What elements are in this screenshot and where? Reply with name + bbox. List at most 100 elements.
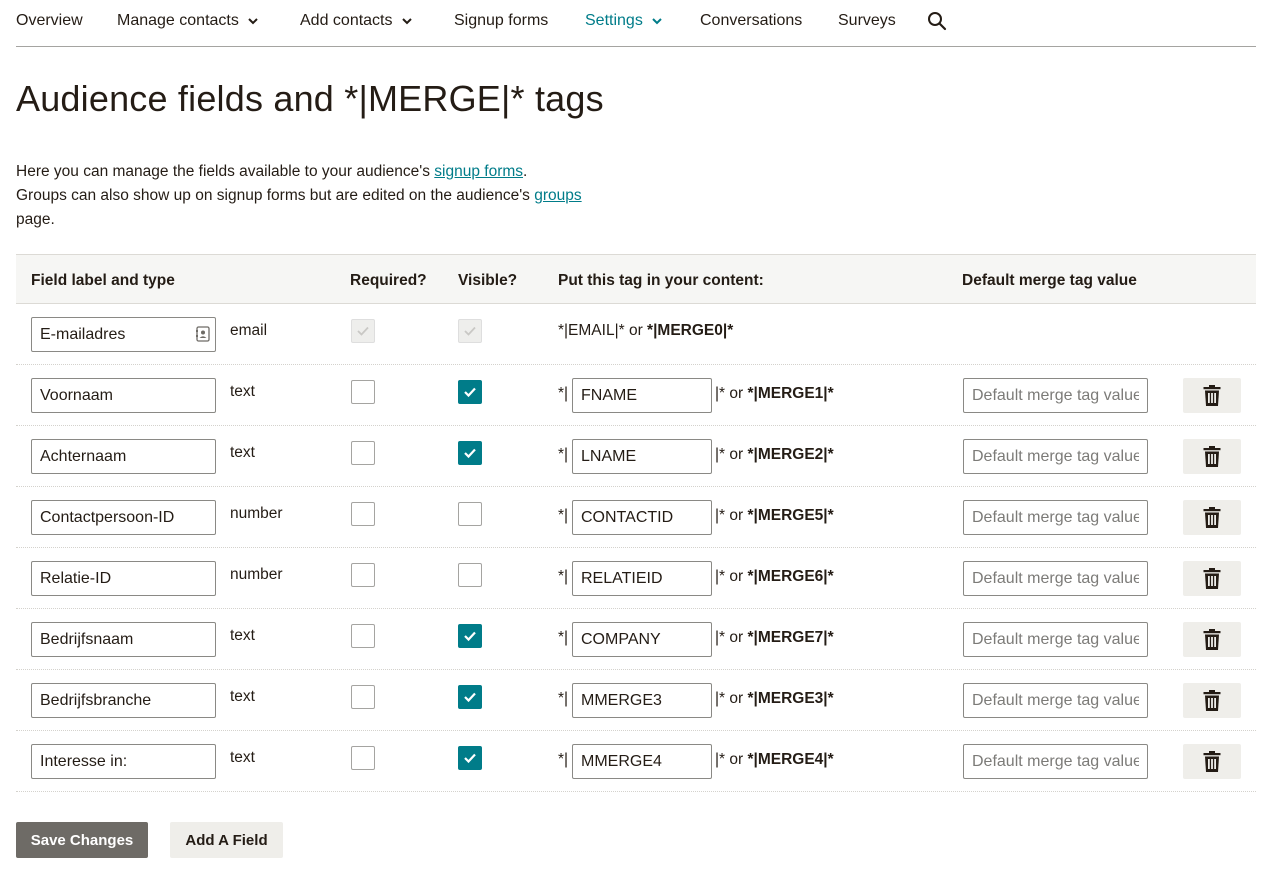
nav-settings[interactable]: Settings [585,12,663,30]
merge-tag-suffix: |* or *|MERGE7|* [715,629,834,647]
merge-tag-suffix: |* or *|MERGE1|* [715,385,834,403]
merge-tag-input[interactable] [572,622,712,657]
merge-code: *|MERGE6|* [747,568,834,585]
merge-tag-suffix: |* or *|MERGE4|* [715,751,834,769]
nav-label: Manage contacts [117,12,239,29]
merge-tag-suffix: |* or *|MERGE2|* [715,446,834,464]
delete-field-button[interactable] [1183,378,1241,413]
required-checkbox[interactable] [351,441,375,465]
chevron-down-icon [248,18,258,25]
page-title: Audience fields and *|MERGE|* tags [16,78,604,119]
visible-checkbox[interactable] [458,563,482,587]
delete-field-button[interactable] [1183,500,1241,535]
tag-suffix-text: |* or [715,507,748,524]
delete-field-button[interactable] [1183,683,1241,718]
header-field-label: Field label and type [31,272,175,289]
field-type: number [230,505,283,522]
merge-tag-input[interactable] [572,439,712,474]
required-checkbox[interactable] [351,624,375,648]
page: Overview Manage contacts Add contacts Si… [0,0,1271,876]
merge-tag-input[interactable] [572,744,712,779]
trash-icon [1203,751,1221,772]
signup-forms-link[interactable]: signup forms [434,163,523,180]
required-checkbox[interactable] [351,380,375,404]
save-changes-button[interactable]: Save Changes [16,822,148,858]
field-label-input[interactable] [31,378,216,413]
field-label-input[interactable] [31,744,216,779]
default-value-input[interactable] [963,744,1148,779]
required-checkbox[interactable] [351,746,375,770]
nav-label: Signup forms [454,12,549,29]
field-type: text [230,383,255,400]
required-checkbox[interactable] [351,563,375,587]
nav-overview[interactable]: Overview [16,12,83,30]
field-label-input[interactable] [31,561,216,596]
nav-label: Overview [16,12,83,29]
visible-checkbox[interactable] [458,624,482,648]
nav-label: Settings [585,12,643,29]
checkmark-icon [464,753,476,764]
search-icon[interactable] [927,11,947,31]
table-header: Field label and type Required? Visible? … [16,254,1256,304]
field-type: text [230,444,255,461]
header-tag: Put this tag in your content: [558,272,764,289]
table-row-email: email *|EMAIL|* or *|MERGE0|* [16,304,1256,365]
trash-icon [1203,629,1221,650]
field-label-input[interactable] [31,622,216,657]
nav-label: Add contacts [300,12,393,29]
visible-checkbox[interactable] [458,685,482,709]
visible-checkbox[interactable] [458,746,482,770]
trash-icon [1203,385,1221,406]
default-value-input[interactable] [963,622,1148,657]
field-label-input[interactable] [31,439,216,474]
table-row: text *| |* or *|MERGE2|* [16,426,1256,487]
intro-line3-text: page. [16,211,55,228]
merge-tag-suffix: |* or *|MERGE3|* [715,690,834,708]
add-field-button[interactable]: Add A Field [170,822,283,858]
required-checkbox[interactable] [351,685,375,709]
tag-prefix: *| [558,690,569,707]
visible-checkbox[interactable] [458,441,482,465]
field-type: text [230,688,255,705]
merge-tag-input[interactable] [572,500,712,535]
delete-field-button[interactable] [1183,439,1241,474]
merge-code: *|MERGE0|* [647,322,734,339]
groups-link[interactable]: groups [534,187,581,204]
merge-tag-input[interactable] [572,561,712,596]
default-value-input[interactable] [963,683,1148,718]
required-checkbox[interactable] [351,502,375,526]
merge-tag-input[interactable] [572,378,712,413]
visible-checkbox [458,319,482,343]
tag-prefix: *| [558,568,569,585]
tag-suffix-text: |* or [715,385,748,402]
table-row: number *| |* or *|MERGE5|* [16,487,1256,548]
nav-conversations[interactable]: Conversations [700,12,802,30]
default-value-input[interactable] [963,378,1148,413]
table-row: text *| |* or *|MERGE3|* [16,670,1256,731]
field-type: email [230,322,268,339]
visible-checkbox[interactable] [458,502,482,526]
merge-code: *|MERGE5|* [747,507,834,524]
merge-tag-suffix: |* or *|MERGE5|* [715,507,834,525]
visible-checkbox[interactable] [458,380,482,404]
trash-icon [1203,507,1221,528]
merge-tag-input[interactable] [572,683,712,718]
nav-surveys[interactable]: Surveys [838,12,896,30]
default-value-input[interactable] [963,500,1148,535]
checkmark-icon [464,326,476,336]
default-value-input[interactable] [963,439,1148,474]
delete-field-button[interactable] [1183,561,1241,596]
nav-manage-contacts[interactable]: Manage contacts [117,12,259,30]
default-value-input[interactable] [963,561,1148,596]
field-label-input[interactable] [31,317,216,352]
tag-suffix-text: |* or [715,568,748,585]
nav-signup-forms[interactable]: Signup forms [454,12,548,30]
field-label-input[interactable] [31,683,216,718]
merge-code: *|MERGE3|* [747,690,834,707]
table-row: text *| |* or *|MERGE4|* [16,731,1256,792]
tag-prefix: *| [558,751,569,768]
field-label-input[interactable] [31,500,216,535]
delete-field-button[interactable] [1183,622,1241,657]
delete-field-button[interactable] [1183,744,1241,779]
nav-add-contacts[interactable]: Add contacts [300,12,413,30]
